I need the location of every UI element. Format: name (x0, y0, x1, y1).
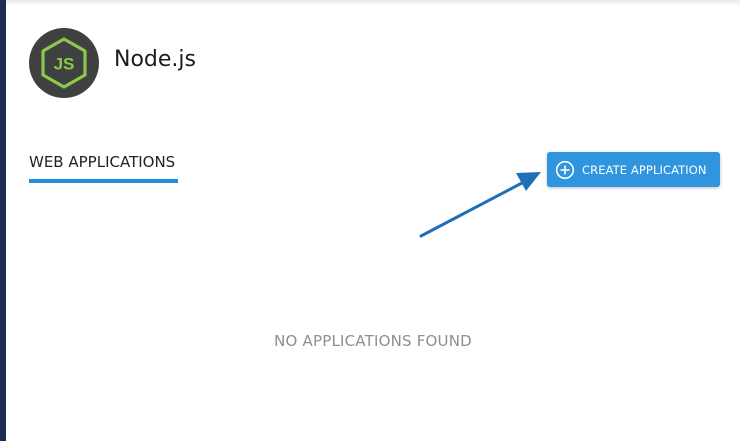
create-application-button[interactable]: CREATE APPLICATION (547, 152, 720, 187)
create-application-label: CREATE APPLICATION (582, 162, 707, 177)
nodejs-logo-icon: JS (29, 28, 99, 98)
sidebar-edge (0, 0, 6, 441)
active-tab-indicator (29, 179, 178, 183)
page-title: Node.js (114, 47, 196, 72)
nodejs-apps-page: JS Node.js WEB APPLICATIONS CREATE APPLI… (0, 0, 740, 441)
logo-text: JS (54, 55, 75, 74)
tab-web-applications[interactable]: WEB APPLICATIONS (29, 150, 175, 174)
plus-circle-icon (555, 160, 575, 180)
empty-state-message: NO APPLICATIONS FOUND (274, 332, 472, 350)
header-shadow (6, 0, 740, 6)
annotation-arrow-icon (419, 172, 541, 238)
